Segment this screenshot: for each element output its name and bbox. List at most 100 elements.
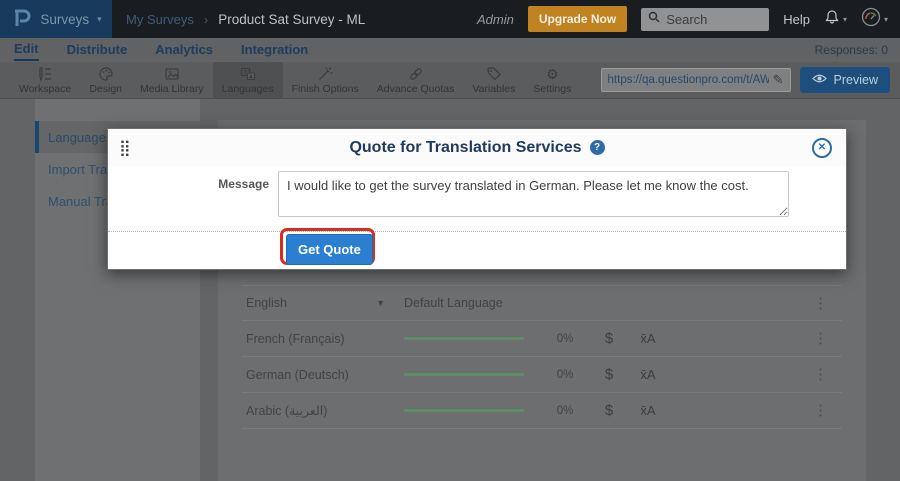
language-row-arabic: Arabic (العربية) 0% $ x̄A ⋮: [242, 393, 842, 429]
tab-distribute[interactable]: Distribute: [67, 40, 128, 60]
upgrade-now-button[interactable]: Upgrade Now: [528, 6, 627, 32]
toolbar-item-label: Settings: [533, 83, 571, 95]
chevron-down-icon: ▾: [884, 15, 888, 24]
app-window: Surveys ▾ My Surveys › Product Sat Surve…: [0, 0, 900, 481]
chevron-down-icon: ▾: [843, 15, 847, 24]
language-name: English: [246, 296, 378, 310]
progress-percent: 0%: [550, 369, 580, 381]
translation-progress-bar: [404, 409, 524, 412]
modal-title-wrap: Quote for Translation Services ?: [349, 139, 604, 157]
auto-translate-icon[interactable]: x̄A: [628, 331, 668, 346]
eye-icon: [812, 73, 827, 87]
chain-icon: [408, 66, 424, 82]
toolbar-item-label: Media Library: [140, 83, 204, 95]
language-row-english: English ▾ Default Language ⋮: [242, 285, 842, 321]
tab-edit[interactable]: Edit: [14, 39, 39, 61]
message-label: Message: [204, 177, 269, 191]
toolbar-languages[interactable]: Languages: [213, 62, 283, 98]
chevron-down-icon: ▾: [97, 14, 102, 25]
close-icon[interactable]: ✕: [812, 138, 832, 158]
language-list: English ▾ Default Language ⋮ French (Fra…: [218, 285, 866, 429]
survey-url-box[interactable]: ✎: [601, 68, 791, 92]
quote-dollar-icon[interactable]: $: [590, 402, 628, 419]
modal-header: ⣿ Quote for Translation Services ? ✕: [108, 129, 846, 166]
gear-icon: ⚙: [546, 66, 559, 82]
drag-handle-icon[interactable]: ⣿: [119, 138, 131, 158]
account-menu[interactable]: ▾: [861, 7, 888, 32]
product-switcher-menu[interactable]: Surveys ▾: [0, 0, 112, 38]
row-menu-icon[interactable]: ⋮: [813, 367, 828, 382]
quote-message-textarea[interactable]: I would like to get the survey translate…: [278, 171, 789, 217]
toolbar-workspace[interactable]: Workspace: [10, 62, 80, 98]
preview-button[interactable]: Preview: [800, 67, 890, 93]
image-icon: [164, 66, 180, 82]
default-language-tag: Default Language: [404, 296, 503, 310]
product-menu-label: Surveys: [40, 12, 89, 27]
breadcrumb: My Surveys › Product Sat Survey - ML: [126, 12, 365, 27]
workspace-list-icon: [37, 66, 53, 82]
progress-percent: 0%: [550, 405, 580, 417]
quote-dollar-icon[interactable]: $: [590, 330, 628, 347]
search-input[interactable]: [666, 12, 762, 27]
palette-icon: [98, 66, 114, 82]
help-icon[interactable]: ?: [590, 140, 605, 155]
toolbar-variables[interactable]: Variables: [463, 62, 524, 98]
toolbar-item-label: Design: [89, 83, 122, 95]
language-name: Arabic (العربية): [246, 403, 378, 418]
help-link[interactable]: Help: [783, 12, 810, 27]
survey-nav-tabs: Edit Distribute Analytics Integration Re…: [0, 38, 900, 62]
topbar-right-cluster: Admin Upgrade Now Help ▾ ▾: [477, 6, 888, 32]
quote-translation-modal: ⣿ Quote for Translation Services ? ✕ Mes…: [107, 128, 847, 270]
questionpro-logo-icon: [10, 6, 32, 33]
translation-progress-bar: [404, 337, 524, 340]
admin-label: Admin: [477, 12, 514, 27]
row-menu-icon[interactable]: ⋮: [813, 296, 828, 311]
toolbar-item-label: Finish Options: [292, 83, 359, 95]
toolbar-media-library[interactable]: Media Library: [131, 62, 213, 98]
auto-translate-icon[interactable]: x̄A: [628, 367, 668, 382]
responses-count: Responses: 0: [815, 43, 888, 57]
language-name: German (Deutsch): [246, 368, 378, 382]
language-name: French (Français): [246, 332, 378, 346]
toolbar-item-label: Languages: [222, 83, 274, 95]
language-row-french: French (Français) 0% $ x̄A ⋮: [242, 321, 842, 357]
row-menu-icon[interactable]: ⋮: [813, 331, 828, 346]
breadcrumb-separator-icon: ›: [204, 12, 208, 27]
edit-toolbar: Workspace Design Media Library Languages…: [0, 62, 900, 99]
row-menu-icon[interactable]: ⋮: [813, 403, 828, 418]
toolbar-right-cluster: ✎ Preview: [601, 67, 890, 93]
avatar-gauge-icon: [861, 7, 881, 32]
sidebar-item-label: Languages: [48, 130, 112, 145]
modal-title: Quote for Translation Services: [349, 139, 581, 157]
search-icon: [648, 10, 660, 28]
breadcrumb-my-surveys[interactable]: My Surveys: [126, 12, 194, 27]
toolbar-item-label: Advance Quotas: [377, 83, 455, 95]
preview-button-label: Preview: [834, 73, 878, 87]
get-quote-button[interactable]: Get Quote: [286, 234, 373, 265]
translate-icon: [240, 66, 256, 82]
tab-integration[interactable]: Integration: [241, 40, 308, 60]
toolbar-settings[interactable]: ⚙ Settings: [524, 62, 580, 98]
toolbar-item-label: Workspace: [19, 83, 71, 95]
wand-icon: [317, 66, 333, 82]
modal-footer: Get Quote: [108, 231, 846, 271]
language-row-german: German (Deutsch) 0% $ x̄A ⋮: [242, 357, 842, 393]
survey-url-input[interactable]: [608, 74, 769, 86]
quote-dollar-icon[interactable]: $: [590, 366, 628, 383]
search-box[interactable]: [641, 8, 769, 31]
tab-analytics[interactable]: Analytics: [155, 40, 213, 60]
toolbar-advance-quotas[interactable]: Advance Quotas: [368, 62, 464, 98]
auto-translate-icon[interactable]: x̄A: [628, 403, 668, 418]
translation-progress-bar: [404, 373, 524, 376]
toolbar-design[interactable]: Design: [80, 62, 131, 98]
top-header: Surveys ▾ My Surveys › Product Sat Surve…: [0, 0, 900, 38]
tag-icon: [486, 66, 502, 82]
progress-percent: 0%: [550, 333, 580, 345]
bell-icon: [824, 9, 840, 30]
chevron-down-icon[interactable]: ▾: [378, 298, 404, 309]
edit-url-pencil-icon[interactable]: ✎: [773, 72, 784, 88]
toolbar-item-label: Variables: [472, 83, 515, 95]
toolbar-finish-options[interactable]: Finish Options: [283, 62, 368, 98]
breadcrumb-current-survey: Product Sat Survey - ML: [218, 12, 365, 27]
notifications-button[interactable]: ▾: [824, 9, 847, 30]
